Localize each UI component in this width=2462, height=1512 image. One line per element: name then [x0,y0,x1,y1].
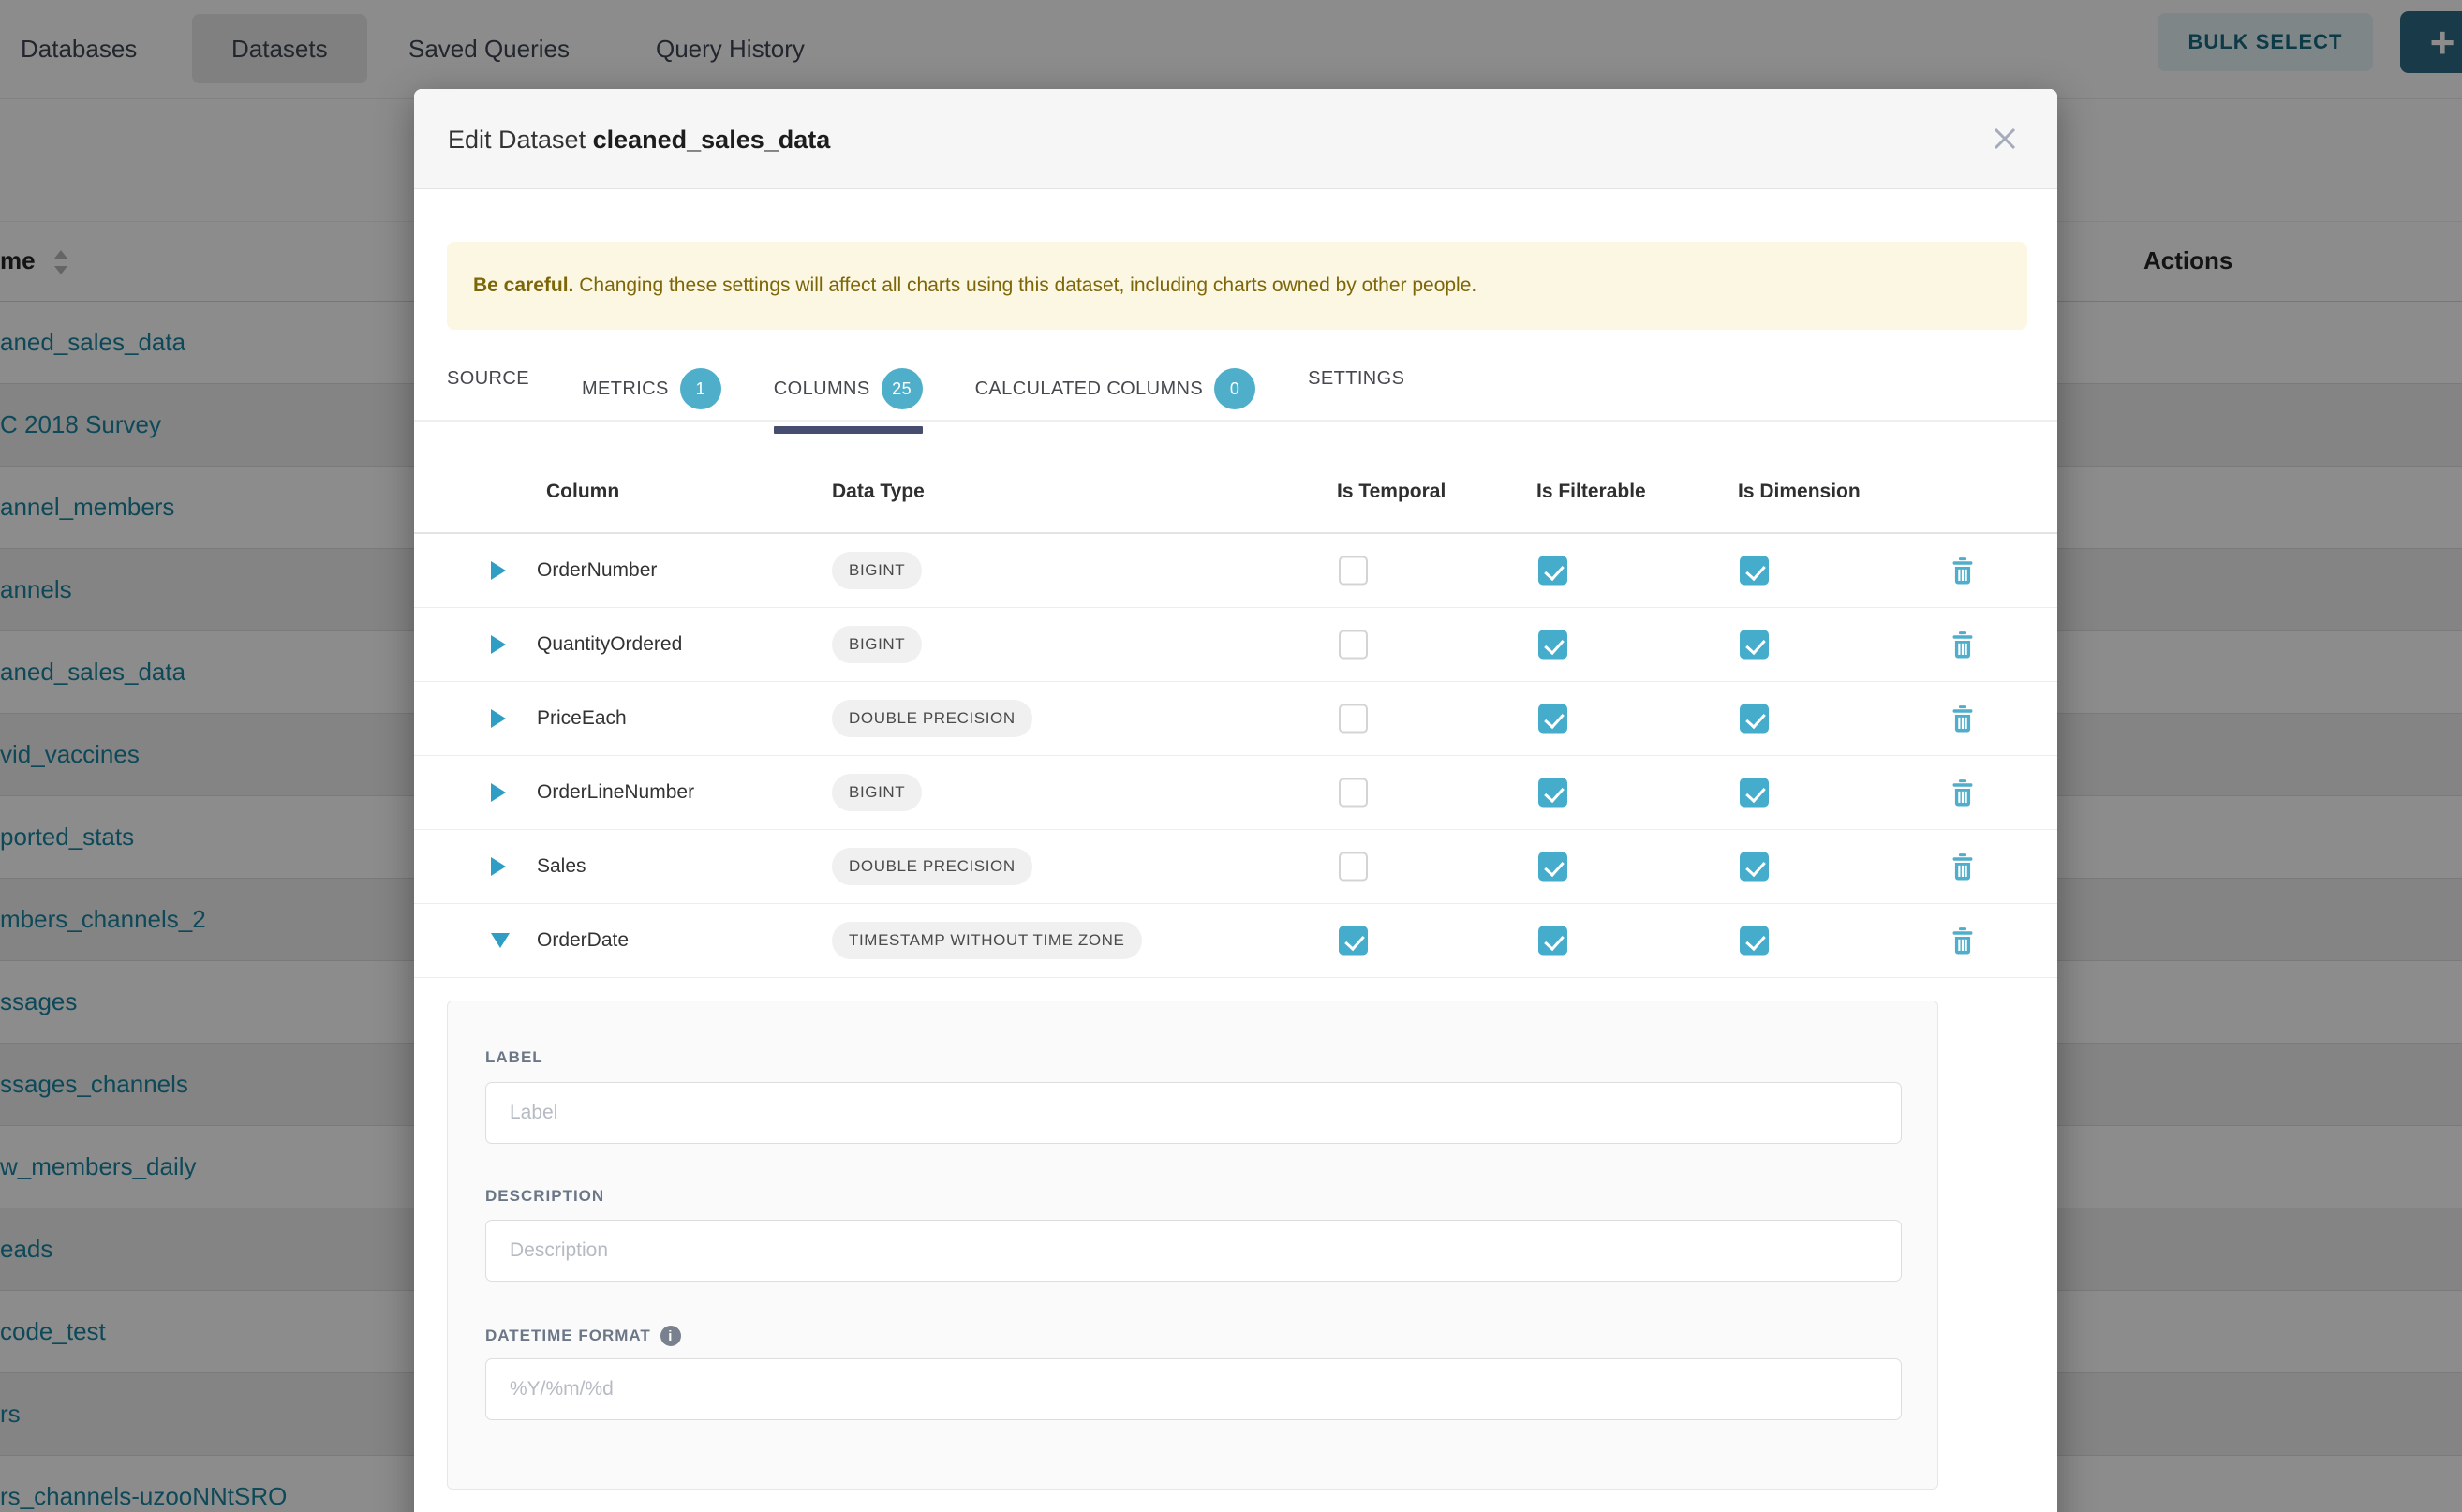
label-input[interactable] [485,1082,1902,1144]
header-is-filterable: Is Filterable [1536,481,1646,503]
tab-label: SETTINGS [1308,368,1404,390]
is-dimension-checkbox[interactable] [1740,778,1769,808]
modal-header: Edit Dataset cleaned_sales_data [414,89,2057,189]
is-dimension-checkbox[interactable] [1740,852,1769,882]
field-label-text: DESCRIPTION [485,1187,604,1206]
delete-icon[interactable] [1950,704,1976,733]
is-dimension-checkbox[interactable] [1740,630,1769,660]
column-name: PriceEach [537,707,627,730]
count-badge: 1 [680,368,721,409]
column-row: QuantityOrdered BIGINT [414,608,2057,682]
is-dimension-checkbox[interactable] [1740,556,1769,586]
tab-label: METRICS [582,378,669,400]
tab-metrics[interactable]: METRICS 1 [582,353,721,432]
delete-icon[interactable] [1950,778,1976,807]
is-temporal-checkbox[interactable] [1339,926,1368,956]
tab-columns[interactable]: COLUMNS 25 [774,353,923,432]
is-filterable-checkbox[interactable] [1538,556,1567,586]
warning-banner: Be careful. Changing these settings will… [447,242,2027,330]
is-filterable-checkbox[interactable] [1538,778,1567,808]
tab-source[interactable]: SOURCE [447,353,529,412]
count-badge: 25 [882,368,923,409]
is-dimension-checkbox[interactable] [1740,704,1769,734]
expand-caret-icon[interactable] [491,709,506,728]
expand-caret-icon[interactable] [491,635,506,654]
modal-title: Edit Dataset cleaned_sales_data [448,123,830,156]
is-filterable-checkbox[interactable] [1538,704,1567,734]
expand-caret-icon[interactable] [491,783,506,802]
tab-label: CALCULATED COLUMNS [975,378,1204,400]
warning-text: Changing these settings will affect all … [573,274,1476,296]
header-is-temporal: Is Temporal [1337,481,1446,503]
field-label-text: DATETIME FORMAT [485,1327,651,1345]
tab-label: SOURCE [447,368,529,390]
app-window: Databases Datasets Saved Queries Query H… [0,0,2462,1512]
delete-icon[interactable] [1950,926,1976,955]
data-type-pill: BIGINT [832,774,922,811]
expand-caret-icon[interactable] [491,561,506,580]
data-type-pill: DOUBLE PRECISION [832,848,1032,885]
info-icon[interactable]: i [660,1326,681,1346]
field-label-text: LABEL [485,1048,543,1067]
tab-calculated-columns[interactable]: CALCULATED COLUMNS 0 [975,353,1256,432]
datetime-format-field-label: DATETIME FORMAT i [485,1326,681,1346]
close-icon[interactable] [1986,121,2024,158]
column-row: OrderLineNumber BIGINT [414,756,2057,830]
description-input[interactable] [485,1220,1902,1282]
is-temporal-checkbox[interactable] [1339,852,1368,882]
delete-icon[interactable] [1950,630,1976,659]
expand-caret-icon[interactable] [491,857,506,876]
header-column: Column [546,481,619,503]
column-name: OrderLineNumber [537,781,694,804]
description-field-label: DESCRIPTION [485,1187,604,1206]
header-is-dimension: Is Dimension [1738,481,1861,503]
columns-table-header: Column Data Type Is Temporal Is Filterab… [414,454,2057,534]
is-filterable-checkbox[interactable] [1538,630,1567,660]
column-name: OrderDate [537,929,629,952]
collapse-caret-icon[interactable] [491,933,510,948]
column-name: Sales [537,855,586,878]
is-temporal-checkbox[interactable] [1339,556,1368,586]
edit-dataset-modal: Edit Dataset cleaned_sales_data Be caref… [414,89,2057,1512]
tab-label: COLUMNS [774,378,870,400]
delete-icon[interactable] [1950,852,1976,881]
is-filterable-checkbox[interactable] [1538,926,1567,956]
is-temporal-checkbox[interactable] [1339,704,1368,734]
is-dimension-checkbox[interactable] [1740,926,1769,956]
label-field-label: LABEL [485,1048,543,1067]
column-row: PriceEach DOUBLE PRECISION [414,682,2057,756]
column-name: OrderNumber [537,559,657,582]
column-row: OrderNumber BIGINT [414,534,2057,608]
is-temporal-checkbox[interactable] [1339,778,1368,808]
delete-icon[interactable] [1950,556,1976,585]
count-badge: 0 [1214,368,1255,409]
modal-tabs: SOURCE METRICS 1 COLUMNS 25 CALCULATED C… [414,353,2057,422]
is-filterable-checkbox[interactable] [1538,852,1567,882]
data-type-pill: BIGINT [832,626,922,663]
modal-title-prefix: Edit Dataset [448,126,586,154]
column-row: OrderDate TIMESTAMP WITHOUT TIME ZONE [414,904,2057,978]
tab-settings[interactable]: SETTINGS [1308,353,1404,412]
is-temporal-checkbox[interactable] [1339,630,1368,660]
data-type-pill: BIGINT [832,552,922,589]
column-row: Sales DOUBLE PRECISION [414,830,2057,904]
data-type-pill: DOUBLE PRECISION [832,700,1032,737]
datetime-format-input[interactable] [485,1358,1902,1420]
column-name: QuantityOrdered [537,633,682,656]
data-type-pill: TIMESTAMP WITHOUT TIME ZONE [832,922,1142,959]
column-detail-panel: LABEL DESCRIPTION DATETIME FORMAT i [447,1001,1938,1490]
modal-title-dataset-name: cleaned_sales_data [593,126,831,154]
header-data-type: Data Type [832,481,925,503]
warning-bold-text: Be careful. [473,274,573,296]
